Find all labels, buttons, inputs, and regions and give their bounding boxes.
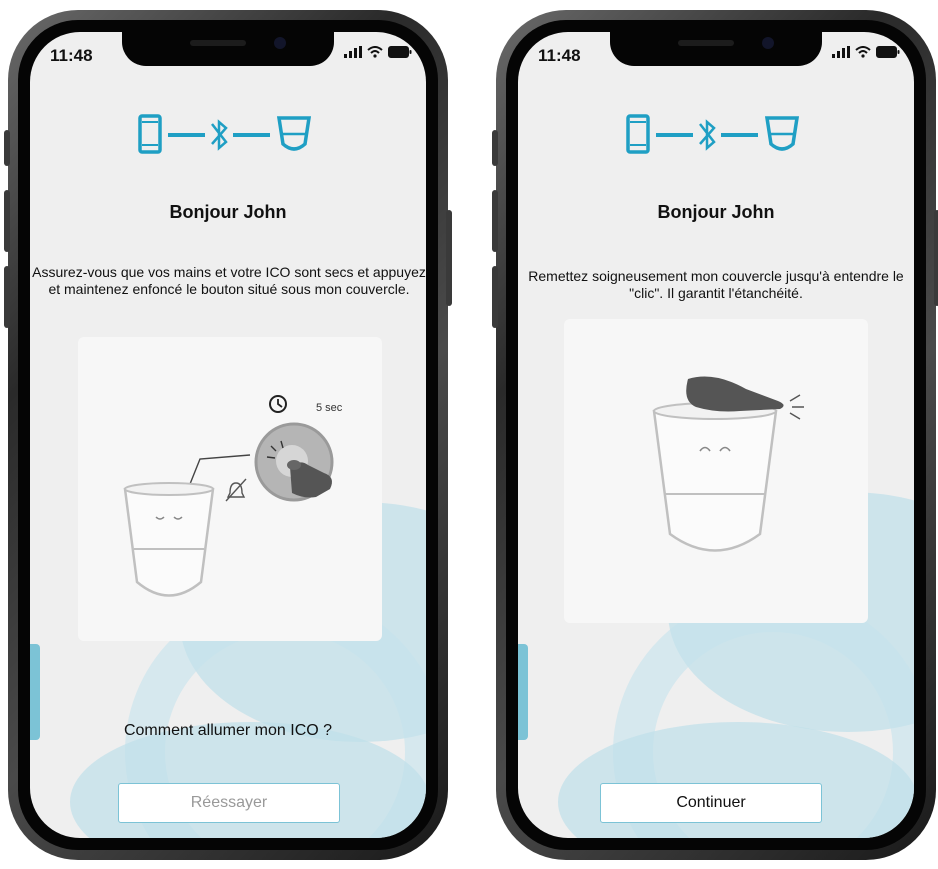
volume-down-button [492, 266, 498, 328]
speaker [190, 40, 246, 46]
front-camera [274, 37, 286, 49]
phone-frame-left: 11:48 Bonjour John Assurez-vous que vos … [4, 10, 452, 860]
status-icons [344, 46, 412, 58]
volume-down-button [4, 266, 10, 328]
screen: 11:48 Bonjour John [518, 32, 914, 838]
status-icons [832, 46, 900, 58]
ico-press-illustration: 5 sec [123, 395, 343, 597]
callout-line [189, 454, 251, 485]
clock-icon [269, 395, 287, 413]
ico-device-icon [764, 116, 800, 151]
battery-icon [876, 46, 900, 58]
front-camera [762, 37, 774, 49]
ico-device-icon [276, 116, 312, 151]
greeting-title: Bonjour John [169, 202, 287, 222]
edge-accent [30, 644, 40, 740]
illustration-card [564, 319, 868, 623]
status-time: 11:48 [538, 46, 581, 65]
illustration-card: 5 sec [78, 337, 382, 641]
phone-frame-right: 11:48 Bonjour John Remettez soigneusemen… [492, 10, 938, 860]
phone-icon [138, 114, 162, 154]
signal-icon [344, 46, 362, 58]
click-marks [789, 394, 804, 420]
mute-icon [225, 478, 247, 502]
power-button [934, 210, 938, 306]
wifi-icon [367, 46, 383, 58]
connection-illustration [626, 114, 800, 154]
wifi-icon [855, 46, 871, 58]
greeting-title: Bonjour John [657, 202, 775, 222]
retry-button[interactable]: Réessayer [118, 783, 340, 823]
power-button [446, 210, 452, 306]
notch [122, 32, 334, 66]
lid-close-illustration [652, 376, 804, 552]
screen: 11:48 Bonjour John [30, 32, 426, 838]
bluetooth-icon [699, 119, 716, 151]
volume-up-button [492, 190, 498, 252]
battery-icon [388, 46, 412, 58]
connection-illustration [138, 114, 312, 154]
instruction-text: Remettez soigneusement mon couvercle jus… [528, 268, 904, 301]
notch [610, 32, 822, 66]
help-link[interactable]: Comment allumer mon ICO ? [30, 722, 426, 740]
ico-device [123, 482, 215, 597]
status-time: 11:48 [50, 46, 93, 65]
hand-icon [686, 376, 784, 412]
bluetooth-icon [211, 119, 228, 151]
phone-icon [626, 114, 650, 154]
signal-icon [832, 46, 850, 58]
volume-up-button [4, 190, 10, 252]
timer-label: 5 sec [316, 402, 343, 414]
speaker [678, 40, 734, 46]
edge-accent [518, 644, 528, 740]
continue-button[interactable]: Continuer [600, 783, 822, 823]
instruction-text: Assurez-vous que vos mains et votre ICO … [32, 264, 426, 297]
ico-device [652, 402, 778, 552]
mute-switch [4, 130, 10, 166]
mute-switch [492, 130, 498, 166]
